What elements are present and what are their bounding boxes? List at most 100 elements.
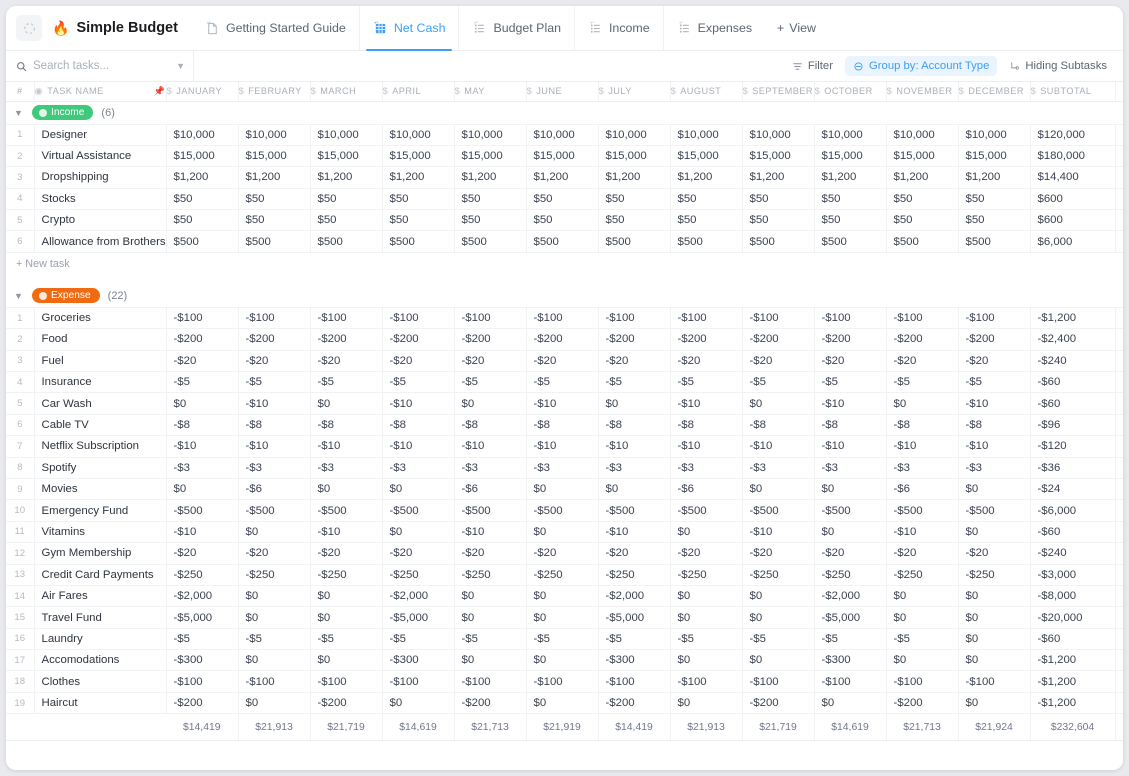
row-cell-july[interactable]: -$20: [598, 350, 671, 373]
row-cell-may[interactable]: $500: [454, 230, 527, 253]
row-cell-april[interactable]: -$300: [382, 649, 455, 672]
row-cell-october[interactable]: -$20: [814, 350, 887, 373]
row-cell-december[interactable]: $50: [958, 188, 1031, 211]
row-cell-june[interactable]: $15,000: [526, 145, 599, 168]
row-cell-november[interactable]: -$10: [886, 435, 959, 458]
row-cell-august[interactable]: -$3: [670, 457, 743, 479]
chevron-down-icon[interactable]: ▼: [176, 61, 185, 71]
row-cell-december[interactable]: -$20: [958, 542, 1031, 565]
row-cell-february[interactable]: -$100: [238, 670, 311, 693]
row-cell-august[interactable]: -$100: [670, 307, 743, 330]
row-cell-july[interactable]: -$5,000: [598, 606, 671, 629]
row-cell-november[interactable]: -$200: [886, 692, 959, 715]
row-cell-july[interactable]: $10,000: [598, 124, 671, 146]
row-cell-october[interactable]: $50: [814, 209, 887, 232]
row-cell-august[interactable]: $50: [670, 209, 743, 232]
header-month-july[interactable]: $ JULY: [598, 82, 671, 102]
table-row[interactable]: 10 Emergency Fund -$500 -$500 -$500 -$500 -$50…: [6, 499, 1123, 522]
table-row[interactable]: 3 Dropshipping $1,200 $1,200 $1,200 $1,200 $1,…: [6, 166, 1123, 189]
row-cell-april[interactable]: -$5: [382, 628, 455, 651]
row-cell-may[interactable]: -$100: [454, 307, 527, 330]
row-cell-december[interactable]: $0: [958, 478, 1031, 501]
row-cell-november[interactable]: -$250: [886, 564, 959, 586]
row-cell-june[interactable]: $0: [526, 585, 599, 608]
row-cell-january[interactable]: $15,000: [166, 145, 239, 168]
row-task-name[interactable]: Dropshipping: [34, 166, 167, 189]
row-task-name[interactable]: Spotify: [34, 457, 167, 479]
header-month-september[interactable]: $ SEPTEMBER: [742, 82, 815, 102]
row-cell-september[interactable]: $10,000: [742, 124, 815, 146]
row-cell-july[interactable]: -$100: [598, 670, 671, 693]
row-cell-december[interactable]: -$100: [958, 670, 1031, 693]
table-row[interactable]: 17 Accomodations -$300 $0 $0 -$300 $0 $0 -$300 $0…: [6, 649, 1123, 672]
row-cell-january[interactable]: -$250: [166, 564, 239, 586]
row-task-name[interactable]: Stocks: [34, 188, 167, 211]
row-cell-september[interactable]: -$200: [742, 328, 815, 351]
row-cell-march[interactable]: $50: [310, 209, 383, 232]
row-cell-september[interactable]: $1,200: [742, 166, 815, 189]
row-cell-november[interactable]: $500: [886, 230, 959, 253]
row-cell-june[interactable]: -$250: [526, 564, 599, 586]
row-cell-march[interactable]: $15,000: [310, 145, 383, 168]
row-cell-june[interactable]: $500: [526, 230, 599, 253]
row-cell-january[interactable]: -$10: [166, 435, 239, 458]
row-cell-august[interactable]: -$200: [670, 328, 743, 351]
row-cell-june[interactable]: -$100: [526, 307, 599, 330]
row-cell-october[interactable]: $500: [814, 230, 887, 253]
row-cell-april[interactable]: $50: [382, 188, 455, 211]
row-cell-january[interactable]: -$5: [166, 628, 239, 651]
row-cell-december[interactable]: $0: [958, 649, 1031, 672]
row-task-name[interactable]: Laundry: [34, 628, 167, 651]
tab-income[interactable]: Income: [573, 6, 663, 50]
row-cell-january[interactable]: -$300: [166, 649, 239, 672]
row-task-name[interactable]: Emergency Fund: [34, 499, 167, 522]
row-cell-december[interactable]: $0: [958, 585, 1031, 608]
row-cell-april[interactable]: $50: [382, 209, 455, 232]
row-task-name[interactable]: Allowance from Brothers: [34, 230, 167, 253]
row-cell-september[interactable]: -$3: [742, 457, 815, 479]
row-cell-november[interactable]: -$10: [886, 521, 959, 544]
group-by-button[interactable]: Group by: Account Type: [844, 56, 998, 76]
header-month-october[interactable]: $ OCTOBER: [814, 82, 887, 102]
row-cell-june[interactable]: -$8: [526, 414, 599, 437]
group-status-badge[interactable]: Income: [32, 105, 94, 120]
row-cell-october[interactable]: -$2,000: [814, 585, 887, 608]
table-row[interactable]: 13 Credit Card Payments -$250 -$250 -$250 -$2…: [6, 564, 1123, 586]
row-cell-august[interactable]: -$500: [670, 499, 743, 522]
row-cell-august[interactable]: -$5: [670, 371, 743, 394]
row-cell-january[interactable]: -$100: [166, 307, 239, 330]
row-cell-december[interactable]: -$10: [958, 392, 1031, 415]
row-cell-january[interactable]: -$3: [166, 457, 239, 479]
row-cell-april[interactable]: -$10: [382, 392, 455, 415]
row-cell-february[interactable]: -$3: [238, 457, 311, 479]
row-cell-september[interactable]: -$100: [742, 307, 815, 330]
row-cell-april[interactable]: -$20: [382, 542, 455, 565]
row-task-name[interactable]: Crypto: [34, 209, 167, 232]
header-month-january[interactable]: $ JANUARY: [166, 82, 239, 102]
row-cell-april[interactable]: $10,000: [382, 124, 455, 146]
row-cell-may[interactable]: -$500: [454, 499, 527, 522]
row-cell-december[interactable]: -$10: [958, 435, 1031, 458]
row-cell-february[interactable]: $500: [238, 230, 311, 253]
row-cell-april[interactable]: $500: [382, 230, 455, 253]
pin-icon[interactable]: 📌: [154, 86, 165, 97]
row-cell-september[interactable]: $0: [742, 606, 815, 629]
row-cell-november[interactable]: -$5: [886, 628, 959, 651]
row-task-name[interactable]: Air Fares: [34, 585, 167, 608]
header-subtotal[interactable]: $ SUBTOTAL: [1030, 82, 1116, 102]
row-cell-july[interactable]: -$3: [598, 457, 671, 479]
header-month-november[interactable]: $ NOVEMBER: [886, 82, 959, 102]
filter-button[interactable]: Filter: [784, 56, 841, 76]
row-cell-july[interactable]: -$300: [598, 649, 671, 672]
row-cell-september[interactable]: -$100: [742, 670, 815, 693]
row-cell-march[interactable]: -$8: [310, 414, 383, 437]
row-cell-october[interactable]: $0: [814, 692, 887, 715]
row-cell-january[interactable]: $1,200: [166, 166, 239, 189]
row-cell-march[interactable]: -$20: [310, 542, 383, 565]
row-cell-june[interactable]: $1,200: [526, 166, 599, 189]
row-cell-january[interactable]: -$10: [166, 521, 239, 544]
row-cell-may[interactable]: -$100: [454, 670, 527, 693]
row-cell-june[interactable]: -$5: [526, 371, 599, 394]
table-row[interactable]: 15 Travel Fund -$5,000 $0 $0 -$5,000 $0 $0 -$5,0…: [6, 606, 1123, 629]
row-cell-february[interactable]: -$5: [238, 628, 311, 651]
